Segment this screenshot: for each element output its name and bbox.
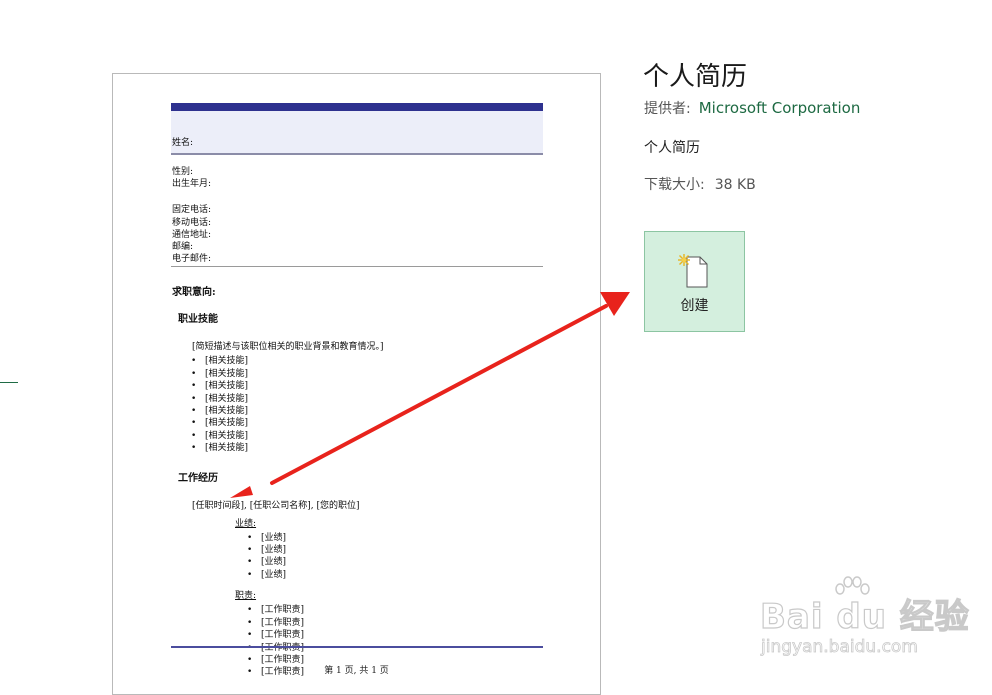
list-item: [业绩] [247, 544, 543, 556]
name-box: 姓名: [171, 111, 543, 155]
personal-info: 性别: 出生年月: [171, 166, 543, 190]
contact-info: 固定电话: 移动电话: 通信地址: 邮编: 电子邮件: [171, 204, 543, 268]
watermark-main: Bai du 经验 [759, 596, 970, 637]
create-button[interactable]: 创建 [644, 231, 745, 332]
gender-label: 性别: [172, 167, 194, 177]
list-item: [工作职责] [247, 604, 543, 616]
list-item: [相关技能] [191, 417, 543, 429]
contact-line: 固定电话: [172, 205, 212, 216]
template-description: 个人简历 [644, 140, 700, 156]
list-item: [相关技能] [191, 442, 543, 454]
list-item: [工作职责] [247, 629, 543, 641]
contact-line: 电子邮件: [172, 254, 212, 265]
template-preview: 姓名: 性别: 出生年月: 固定电话: 移动电话: 通信地址: 邮编: 电子邮件… [112, 73, 601, 695]
list-item: [相关技能] [191, 393, 543, 405]
list-item: [相关技能] [191, 355, 543, 367]
provider-row: 提供者: Microsoft Corporation [644, 98, 860, 118]
work-heading: 工作经历 [178, 472, 218, 484]
skills-list: [相关技能] [相关技能] [相关技能] [相关技能] [相关技能] [相关技能… [171, 355, 543, 454]
list-item: [相关技能] [191, 380, 543, 392]
watermark-sub: jingyan.baidu.com [761, 637, 919, 658]
page-footer: 第 1 页, 共 1 页 [324, 666, 389, 676]
provider-value: Microsoft Corporation [698, 99, 861, 117]
new-document-icon [678, 254, 708, 288]
duties-label: 职责: [235, 591, 257, 602]
list-item: [业绩] [247, 556, 543, 568]
birth-label: 出生年月: [172, 179, 212, 190]
baidu-watermark: Bai du 经验 jingyan.baidu.com [759, 575, 970, 670]
header-bar [171, 103, 543, 111]
size-label: 下载大小: [644, 177, 705, 193]
list-item: [业绩] [247, 532, 543, 544]
list-item: [相关技能] [191, 430, 543, 442]
name-label: 姓名: [172, 138, 194, 148]
footer-rule [171, 646, 543, 648]
skills-description: [简短描述与该职位相关的职业背景和教育情况。] [192, 342, 384, 353]
provider-label: 提供者: [644, 101, 691, 117]
achievements-label: 业绩: [235, 518, 257, 529]
achievements-list: [业绩] [业绩] [业绩] [业绩] [171, 532, 543, 582]
size-value: 38 KB [714, 177, 756, 193]
contact-line: 通信地址: [172, 229, 212, 240]
list-item: [相关技能] [191, 368, 543, 380]
list-item: [相关技能] [191, 405, 543, 417]
objective-heading: 求职意向: [172, 287, 216, 299]
left-edge-line [0, 382, 18, 383]
resume-document: 姓名: 性别: 出生年月: 固定电话: 移动电话: 通信地址: 邮编: 电子邮件… [171, 103, 543, 679]
list-item: [业绩] [247, 569, 543, 581]
annotation-arrow-head [600, 292, 630, 316]
skills-heading: 职业技能 [178, 314, 218, 326]
work-entry: [任职时间段], [任职公司名称], [您的职位] [192, 500, 360, 511]
contact-line: 移动电话: [172, 217, 212, 228]
create-label: 创建 [680, 298, 709, 314]
contact-line: 邮编: [172, 242, 194, 253]
download-size-row: 下载大小: 38 KB [644, 174, 756, 194]
template-title: 个人简历 [643, 62, 748, 92]
list-item: [工作职责] [247, 617, 543, 629]
